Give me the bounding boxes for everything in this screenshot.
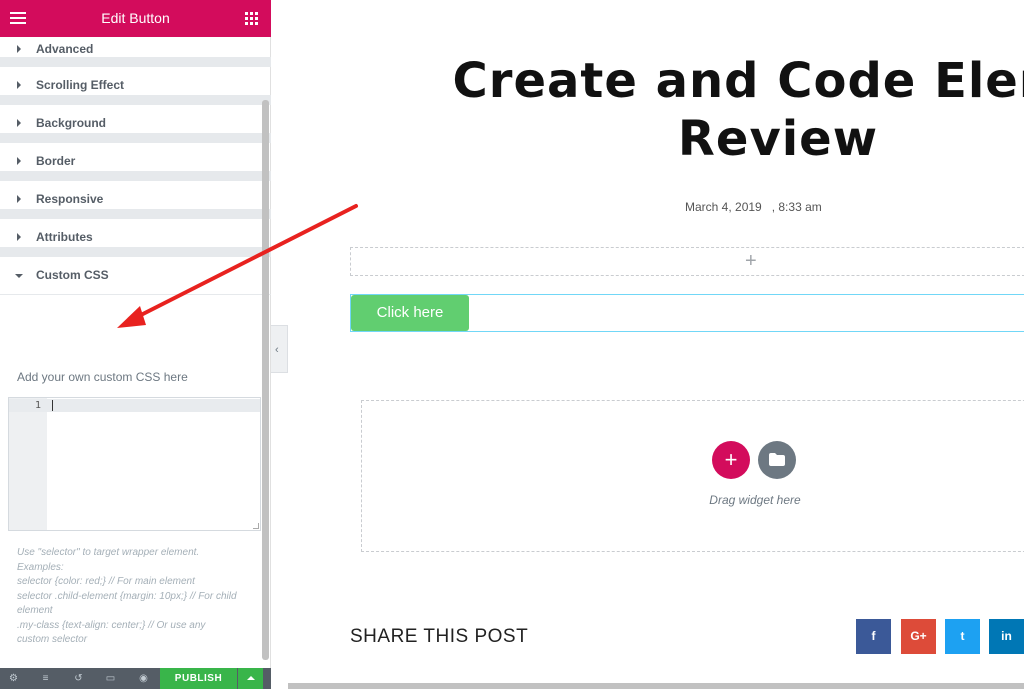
template-folder-icon[interactable] bbox=[758, 441, 796, 479]
section-responsive[interactable]: Responsive bbox=[0, 181, 271, 219]
section-advanced[interactable]: Advanced bbox=[0, 37, 271, 67]
help-line: .my-class {text-align: center;} // Or us… bbox=[17, 619, 206, 631]
section-label: Responsive bbox=[36, 192, 104, 206]
add-section-zone[interactable]: + bbox=[350, 247, 1024, 276]
publish-button[interactable]: PUBLISH bbox=[160, 668, 237, 689]
editor-panel: Edit Button Advanced Scrolling Effect Ba… bbox=[0, 0, 271, 689]
editor-gutter bbox=[9, 398, 47, 530]
custom-css-description: Add your own custom CSS here bbox=[17, 370, 188, 384]
plus-icon[interactable]: + bbox=[745, 250, 757, 272]
help-line: selector .child-element {margin: 10px;} … bbox=[17, 590, 237, 602]
panel-header: Edit Button bbox=[0, 0, 271, 37]
section-custom-css[interactable]: Custom CSS bbox=[0, 257, 271, 295]
add-widget-plus-icon[interactable]: + bbox=[712, 441, 750, 479]
text-cursor bbox=[52, 400, 53, 411]
history-icon[interactable]: ↺ bbox=[73, 673, 84, 684]
share-title: SHARE THIS POST bbox=[350, 626, 529, 647]
publish-options-button[interactable] bbox=[238, 668, 263, 689]
section-label: Border bbox=[36, 154, 76, 168]
widget-drop-zone[interactable]: + Drag widget here bbox=[361, 400, 1024, 552]
navigator-layers-icon[interactable]: ≡ bbox=[40, 673, 51, 684]
settings-gear-icon[interactable]: ⚙ bbox=[8, 673, 19, 684]
preview-eye-icon[interactable]: ◉ bbox=[138, 673, 149, 684]
post-title-line: Review bbox=[677, 111, 879, 167]
resize-handle-icon[interactable] bbox=[253, 523, 259, 529]
section-attributes[interactable]: Attributes bbox=[0, 219, 271, 257]
help-line: Examples: bbox=[17, 561, 64, 573]
section-scrolling-effect[interactable]: Scrolling Effect bbox=[0, 67, 271, 105]
section-background[interactable]: Background bbox=[0, 105, 271, 143]
help-line: element bbox=[17, 605, 53, 616]
click-here-button[interactable]: Click here bbox=[351, 295, 469, 331]
chevron-left-icon: ‹ bbox=[275, 344, 279, 356]
caret-up-icon bbox=[247, 676, 255, 680]
section-label: Background bbox=[36, 116, 107, 130]
caret-right-icon bbox=[17, 119, 21, 127]
widgets-grid-icon[interactable] bbox=[245, 12, 258, 25]
caret-right-icon bbox=[17, 45, 21, 53]
caret-right-icon bbox=[17, 81, 21, 89]
section-label: Scrolling Effect bbox=[36, 78, 125, 92]
help-line: custom selector bbox=[17, 634, 88, 645]
caret-right-icon bbox=[17, 157, 21, 165]
horizontal-scrollbar[interactable] bbox=[288, 683, 1024, 689]
facebook-share-icon[interactable]: f bbox=[856, 619, 891, 654]
elementor-editor: Edit Button Advanced Scrolling Effect Ba… bbox=[0, 0, 1024, 689]
linkedin-share-icon[interactable]: in bbox=[989, 619, 1024, 654]
google-plus-share-icon[interactable]: G+ bbox=[901, 619, 936, 654]
responsive-desktop-icon[interactable]: ▭ bbox=[105, 673, 116, 684]
twitter-share-icon[interactable]: t bbox=[945, 619, 980, 654]
help-line: Use "selector" to target wrapper element… bbox=[17, 547, 200, 558]
button-widget[interactable]: Click here bbox=[350, 294, 1024, 332]
section-label: Custom CSS bbox=[36, 268, 109, 282]
custom-css-editor[interactable]: 1 bbox=[8, 397, 261, 531]
section-border[interactable]: Border bbox=[0, 143, 271, 181]
panel-collapse-toggle[interactable]: ‹ bbox=[271, 325, 288, 373]
page-preview: Create and Code Eleme Review March 4, 20… bbox=[288, 0, 1024, 689]
post-title-line: Create and Code Eleme bbox=[452, 53, 1024, 109]
help-line: selector {color: red;} // For main eleme… bbox=[17, 576, 195, 587]
post-title: Create and Code Eleme Review bbox=[288, 52, 1024, 168]
custom-css-help: Use "selector" to target wrapper element… bbox=[17, 546, 257, 648]
caret-down-icon bbox=[15, 274, 23, 278]
settings-sections: Advanced Scrolling Effect Background Bor… bbox=[0, 37, 271, 295]
caret-right-icon bbox=[17, 195, 21, 203]
section-label: Advanced bbox=[36, 42, 94, 56]
line-number: 1 bbox=[34, 400, 41, 411]
panel-title: Edit Button bbox=[101, 10, 170, 26]
section-label: Attributes bbox=[36, 230, 93, 244]
caret-right-icon bbox=[17, 233, 21, 241]
post-meta: March 4, 2019 , 8:33 am bbox=[685, 200, 822, 214]
editor-active-line bbox=[9, 399, 260, 412]
drag-widget-hint: Drag widget here bbox=[709, 493, 801, 507]
panel-scrollbar[interactable] bbox=[262, 100, 269, 660]
